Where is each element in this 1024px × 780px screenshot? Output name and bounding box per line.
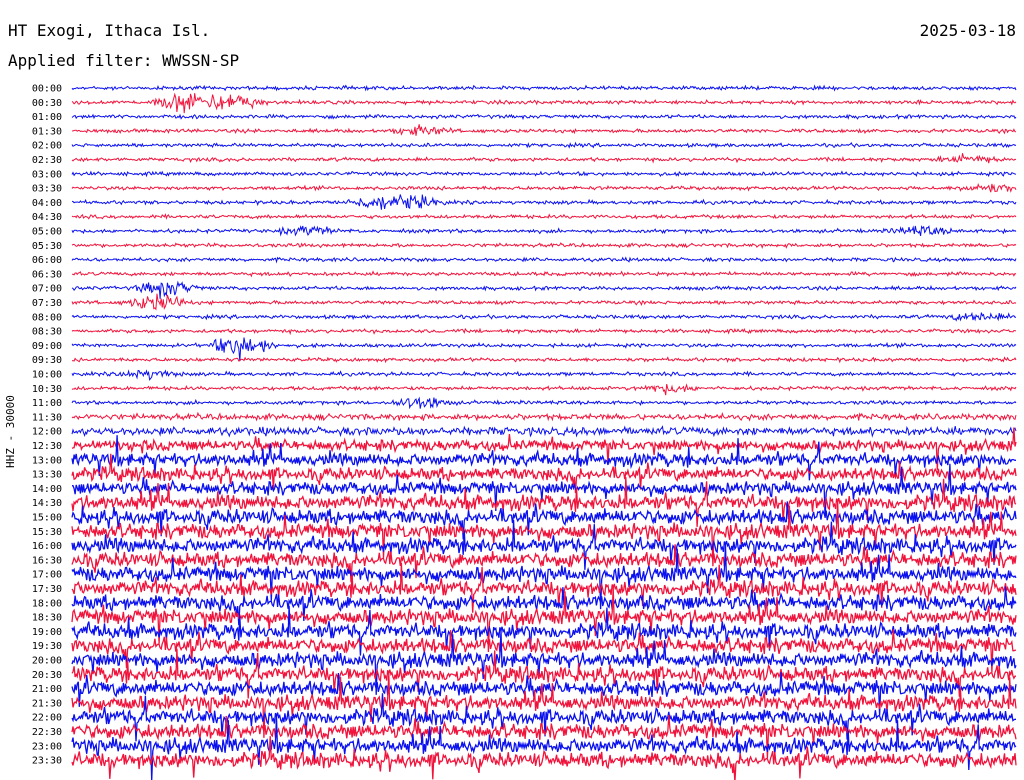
time-tick-label: 10:00 <box>32 370 62 381</box>
time-tick-label: 08:00 <box>32 312 62 323</box>
trace-row <box>71 141 1017 149</box>
time-tick-label: 13:00 <box>32 455 62 466</box>
time-tick-label: 02:00 <box>32 141 62 152</box>
time-tick-label: 23:00 <box>32 741 62 752</box>
time-tick-label: 14:30 <box>32 498 62 509</box>
time-tick-label: 22:30 <box>32 727 62 738</box>
trace-row <box>71 411 1017 422</box>
trace-row <box>71 84 1017 92</box>
time-tick-label: 16:30 <box>32 555 62 566</box>
trace-row <box>71 545 1017 610</box>
trace-row <box>71 327 1017 336</box>
time-tick-label: 11:30 <box>32 412 62 423</box>
time-tick-label: 11:00 <box>32 398 62 409</box>
time-tick-label: 18:30 <box>32 613 62 624</box>
time-tick-label: 01:00 <box>32 112 62 123</box>
time-tick-label: 08:30 <box>32 327 62 338</box>
time-tick-label: 09:30 <box>32 355 62 366</box>
time-tick-label: 00:00 <box>32 84 62 95</box>
time-tick-label: 09:00 <box>32 341 62 352</box>
seismogram-plot: 00:00 00:30 01:00 01:30 02:00 02:30 03:00 03:30… <box>32 84 1017 780</box>
trace-row <box>71 124 1017 136</box>
trace-row <box>71 256 1017 264</box>
time-tick-label: 19:00 <box>32 627 62 638</box>
trace-row <box>71 427 1017 470</box>
time-tick-label: 15:00 <box>32 513 62 524</box>
time-tick-label: 10:30 <box>32 384 62 395</box>
time-tick-label: 16:00 <box>32 541 62 552</box>
trace-row <box>71 280 1017 299</box>
trace-row <box>71 396 1017 410</box>
trace-row <box>71 194 1017 210</box>
trace-row <box>71 736 1017 780</box>
trace-row <box>71 356 1017 364</box>
time-tick-label: 00:30 <box>32 98 62 109</box>
time-tick-label: 02:30 <box>32 155 62 166</box>
trace-row <box>71 425 1017 438</box>
time-tick-label: 04:00 <box>32 198 62 209</box>
time-tick-label: 17:30 <box>32 584 62 595</box>
time-tick-label: 07:30 <box>32 298 62 309</box>
time-tick-label: 03:30 <box>32 184 62 195</box>
trace-row <box>71 293 1017 311</box>
time-tick-label: 05:30 <box>32 241 62 252</box>
time-tick-label: 07:00 <box>32 284 62 295</box>
trace-row <box>71 270 1017 278</box>
time-tick-label: 20:30 <box>32 670 62 681</box>
trace-row <box>71 225 1017 237</box>
time-tick-label: 21:30 <box>32 698 62 709</box>
time-tick-label: 18:00 <box>32 598 62 609</box>
time-tick-label: 17:00 <box>32 570 62 581</box>
trace-row <box>71 182 1017 193</box>
time-tick-label: 12:30 <box>32 441 62 452</box>
trace-row <box>71 113 1017 121</box>
time-tick-label: 15:30 <box>32 527 62 538</box>
time-tick-label: 06:00 <box>32 255 62 266</box>
trace-row <box>71 242 1017 249</box>
trace-row <box>71 153 1017 164</box>
time-tick-label: 20:00 <box>32 656 62 667</box>
trace-row <box>71 369 1017 381</box>
time-tick-label: 06:30 <box>32 269 62 280</box>
trace-row <box>71 311 1017 322</box>
time-tick-label: 22:00 <box>32 713 62 724</box>
time-tick-label: 01:30 <box>32 126 62 137</box>
time-tick-label: 21:00 <box>32 684 62 695</box>
trace-row <box>71 170 1017 178</box>
time-tick-label: 13:30 <box>32 470 62 481</box>
time-tick-label: 05:00 <box>32 227 62 238</box>
time-tick-label: 04:30 <box>32 212 62 223</box>
trace-row <box>71 92 1017 114</box>
time-tick-label: 03:00 <box>32 169 62 180</box>
time-tick-label: 14:00 <box>32 484 62 495</box>
trace-row <box>71 213 1017 220</box>
trace-row <box>71 383 1017 396</box>
time-tick-label: 12:00 <box>32 427 62 438</box>
time-tick-label: 23:30 <box>32 756 62 767</box>
time-tick-label: 19:30 <box>32 641 62 652</box>
